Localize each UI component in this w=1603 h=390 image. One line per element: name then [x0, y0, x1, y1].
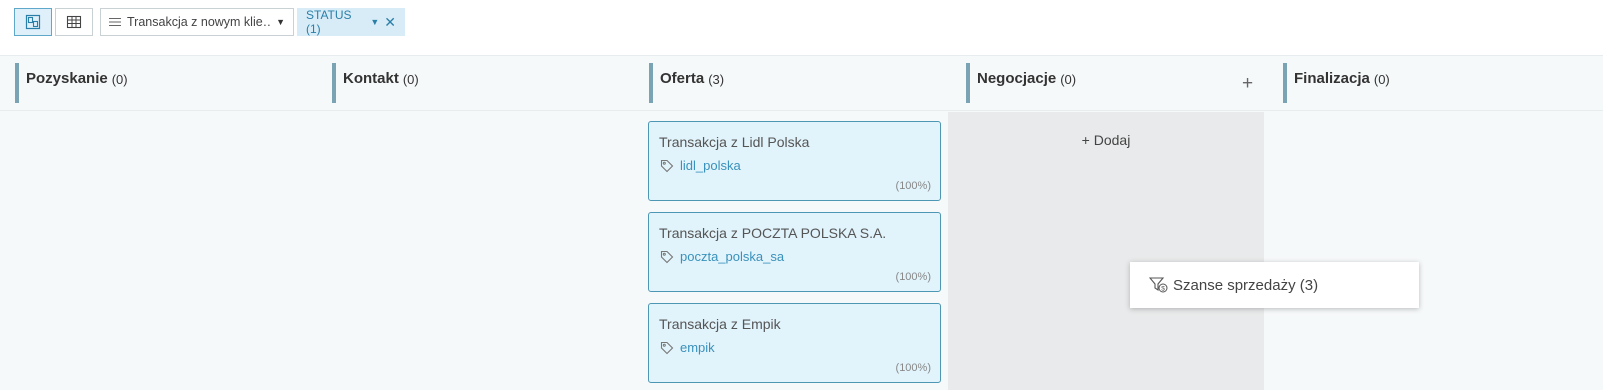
column-color-bar: [966, 63, 970, 103]
sales-opportunities-popup[interactable]: $ Szanse sprzedaży (3): [1130, 262, 1419, 308]
deal-card-probability: (100%): [895, 180, 931, 192]
deal-card-tag-label: empik: [680, 340, 715, 355]
view-toggle: [14, 8, 93, 36]
column-header-finalizacja: Finalizacja (0): [1283, 63, 1583, 103]
status-filter-label: STATUS (1): [306, 8, 352, 36]
tag-icon: [660, 341, 674, 354]
column-count: (0): [111, 72, 128, 87]
column-title: Oferta: [660, 70, 705, 87]
column-title: Negocjacje: [977, 70, 1057, 87]
kanban-view-button[interactable]: [14, 8, 52, 36]
deal-card[interactable]: Transakcja z Empik empik (100%): [648, 303, 941, 383]
deal-card[interactable]: Transakcja z POCZTA POLSKA S.A. poczta_p…: [648, 212, 941, 292]
chevron-down-icon: ▼: [276, 17, 285, 27]
deal-card-title: Transakcja z Lidl Polska: [659, 134, 810, 150]
add-deal-link[interactable]: + Dodaj: [948, 132, 1264, 148]
column-header-row: Pozyskanie (0) Kontakt (0) Oferta (3) Ne…: [0, 57, 1603, 111]
deal-card-tag[interactable]: poczta_polska_sa: [660, 249, 784, 264]
deal-card-tag[interactable]: lidl_polska: [660, 158, 741, 173]
svg-text:$: $: [1161, 286, 1165, 293]
deal-card-tag-label: poczta_polska_sa: [680, 249, 785, 264]
pipeline-select-value: Transakcja z nowym klie…: [127, 15, 272, 29]
column-count: (0): [402, 72, 419, 87]
pipeline-select[interactable]: Transakcja z nowym klie… ▼: [100, 8, 294, 36]
deal-card-title: Transakcja z Empik: [659, 316, 781, 332]
table-view-button[interactable]: [55, 8, 93, 36]
negocjacje-drop-zone[interactable]: + Dodaj: [948, 112, 1264, 390]
deal-card-probability: (100%): [895, 362, 931, 374]
column-count: (0): [1373, 72, 1390, 87]
column-header-negocjacje: Negocjacje (0) +: [966, 63, 1266, 103]
toolbar: Transakcja z nowym klie… ▼ STATUS (1) ▼ …: [0, 0, 1603, 56]
list-lines-icon: [109, 18, 121, 26]
kanban-icon: [25, 14, 41, 30]
column-title: Pozyskanie: [26, 70, 108, 87]
column-color-bar: [1283, 63, 1287, 103]
deal-card-tag-label: lidl_polska: [680, 158, 741, 173]
column-title: Finalizacja: [1294, 70, 1370, 87]
column-header-kontakt: Kontakt (0): [332, 63, 632, 103]
column-count: (3): [708, 72, 725, 87]
kanban-board: + Dodaj Transakcja z Lidl Polska lidl_po…: [0, 112, 1603, 390]
tag-icon: [660, 250, 674, 263]
column-color-bar: [15, 63, 19, 103]
column-title: Kontakt: [343, 70, 399, 87]
column-header-oferta: Oferta (3): [649, 63, 949, 103]
deal-card-title: Transakcja z POCZTA POLSKA S.A.: [659, 225, 887, 241]
filter-dollar-icon: $: [1149, 277, 1168, 293]
column-header-pozyskanie: Pozyskanie (0): [15, 63, 315, 103]
add-icon[interactable]: +: [1242, 73, 1253, 95]
column-color-bar: [332, 63, 336, 103]
table-icon: [66, 15, 82, 29]
column-color-bar: [649, 63, 653, 103]
close-icon[interactable]: ✕: [384, 14, 396, 31]
deal-card-tag[interactable]: empik: [660, 340, 715, 355]
chevron-down-icon: ▼: [370, 17, 380, 27]
deal-card[interactable]: Transakcja z Lidl Polska lidl_polska (10…: [648, 121, 941, 201]
status-filter-chip[interactable]: STATUS (1) ▼ ✕: [297, 8, 405, 36]
column-count: (0): [1060, 72, 1077, 87]
popup-label: Szanse sprzedaży (3): [1173, 276, 1319, 294]
deal-card-probability: (100%): [895, 271, 931, 283]
tag-icon: [660, 159, 674, 172]
